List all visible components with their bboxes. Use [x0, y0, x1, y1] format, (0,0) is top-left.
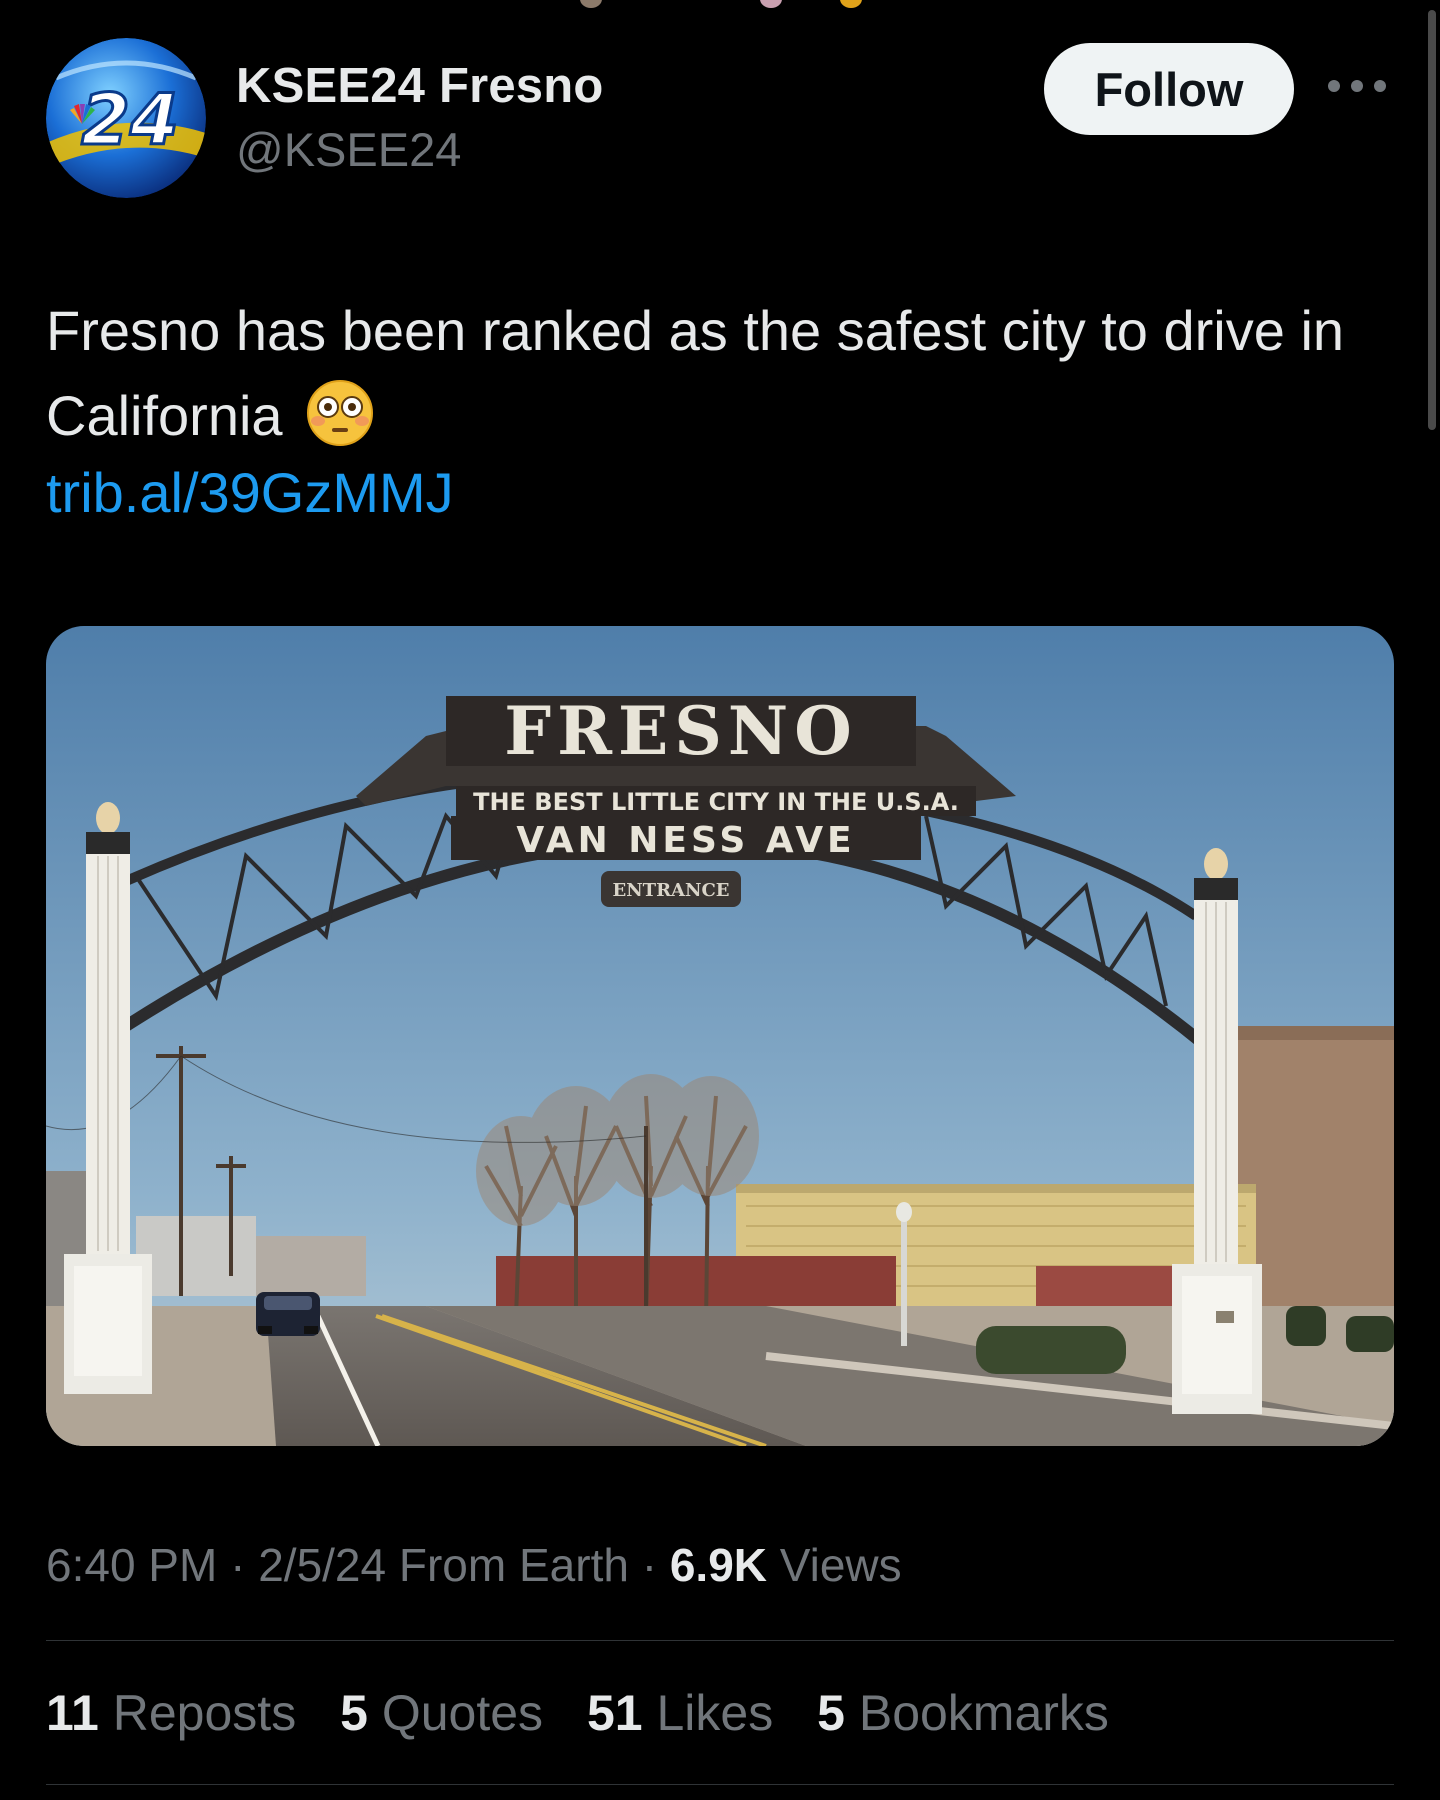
bookmarks-count: 5 — [817, 1685, 845, 1741]
tweet-header: 24 KSEE24 Fresno @KSEE24 Follow — [46, 38, 1394, 203]
more-options-icon[interactable] — [1328, 78, 1386, 94]
tweet-date[interactable]: 2/5/24 — [258, 1539, 386, 1591]
quotes-count: 5 — [340, 1685, 368, 1741]
reposts-label: Reposts — [112, 1685, 297, 1741]
tweet-source: From Earth — [398, 1539, 629, 1591]
divider — [46, 1640, 1394, 1641]
reposts-count: 11 — [46, 1685, 99, 1741]
ksee24-logo-icon: 24 — [46, 38, 206, 198]
author-handle[interactable]: @KSEE24 — [236, 122, 461, 177]
author-name[interactable]: KSEE24 Fresno — [236, 58, 604, 114]
fresno-arch-photo: FRESNO THE BEST LITTLE CITY IN THE U.S.A… — [46, 626, 1394, 1446]
flushed-face-icon — [306, 379, 374, 470]
tweet-time[interactable]: 6:40 PM — [46, 1539, 217, 1591]
engagement-stats: 11 Reposts 5 Quotes 51 Likes 5 Bookmarks — [46, 1684, 1139, 1742]
tweet-meta: 6:40 PM · 2/5/24 From Earth · 6.9K Views — [46, 1538, 902, 1592]
scrollbar[interactable] — [1428, 10, 1436, 430]
meta-separator: · — [641, 1539, 670, 1591]
cropped-emoji-strip — [560, 0, 880, 10]
sign-slogan: THE BEST LITTLE CITY IN THE U.S.A. — [473, 788, 959, 816]
meta-separator: · — [230, 1539, 259, 1591]
quotes-stat[interactable]: 5 Quotes — [340, 1685, 543, 1741]
likes-label: Likes — [656, 1685, 774, 1741]
sign-title: FRESNO — [504, 692, 858, 770]
cropped-emoji-icon — [580, 0, 602, 8]
sign-street: VAN NESS AVE — [516, 820, 855, 861]
tweet-photo[interactable]: FRESNO THE BEST LITTLE CITY IN THE U.S.A… — [46, 626, 1394, 1446]
reposts-stat[interactable]: 11 Reposts — [46, 1685, 296, 1741]
svg-text:24: 24 — [81, 79, 178, 161]
cropped-emoji-icon — [760, 0, 782, 8]
likes-count: 51 — [586, 1685, 643, 1741]
cropped-emoji-icon — [840, 0, 862, 8]
tweet-text: Fresno has been ranked as the safest cit… — [46, 288, 1386, 470]
tweet-link[interactable]: trib.al/39GzMMJ — [46, 460, 454, 525]
follow-button[interactable]: Follow — [1044, 43, 1294, 135]
quotes-label: Quotes — [381, 1685, 544, 1741]
sign-entrance: ENTRANCE — [613, 880, 730, 901]
avatar[interactable]: 24 — [46, 38, 206, 198]
likes-stat[interactable]: 51 Likes — [587, 1685, 773, 1741]
views-label: Views — [779, 1539, 902, 1591]
tweet-body: Fresno has been ranked as the safest cit… — [46, 299, 1345, 447]
divider — [46, 1784, 1394, 1785]
views-count: 6.9K — [669, 1539, 767, 1591]
bookmarks-label: Bookmarks — [858, 1685, 1109, 1741]
bookmarks-stat[interactable]: 5 Bookmarks — [817, 1685, 1109, 1741]
